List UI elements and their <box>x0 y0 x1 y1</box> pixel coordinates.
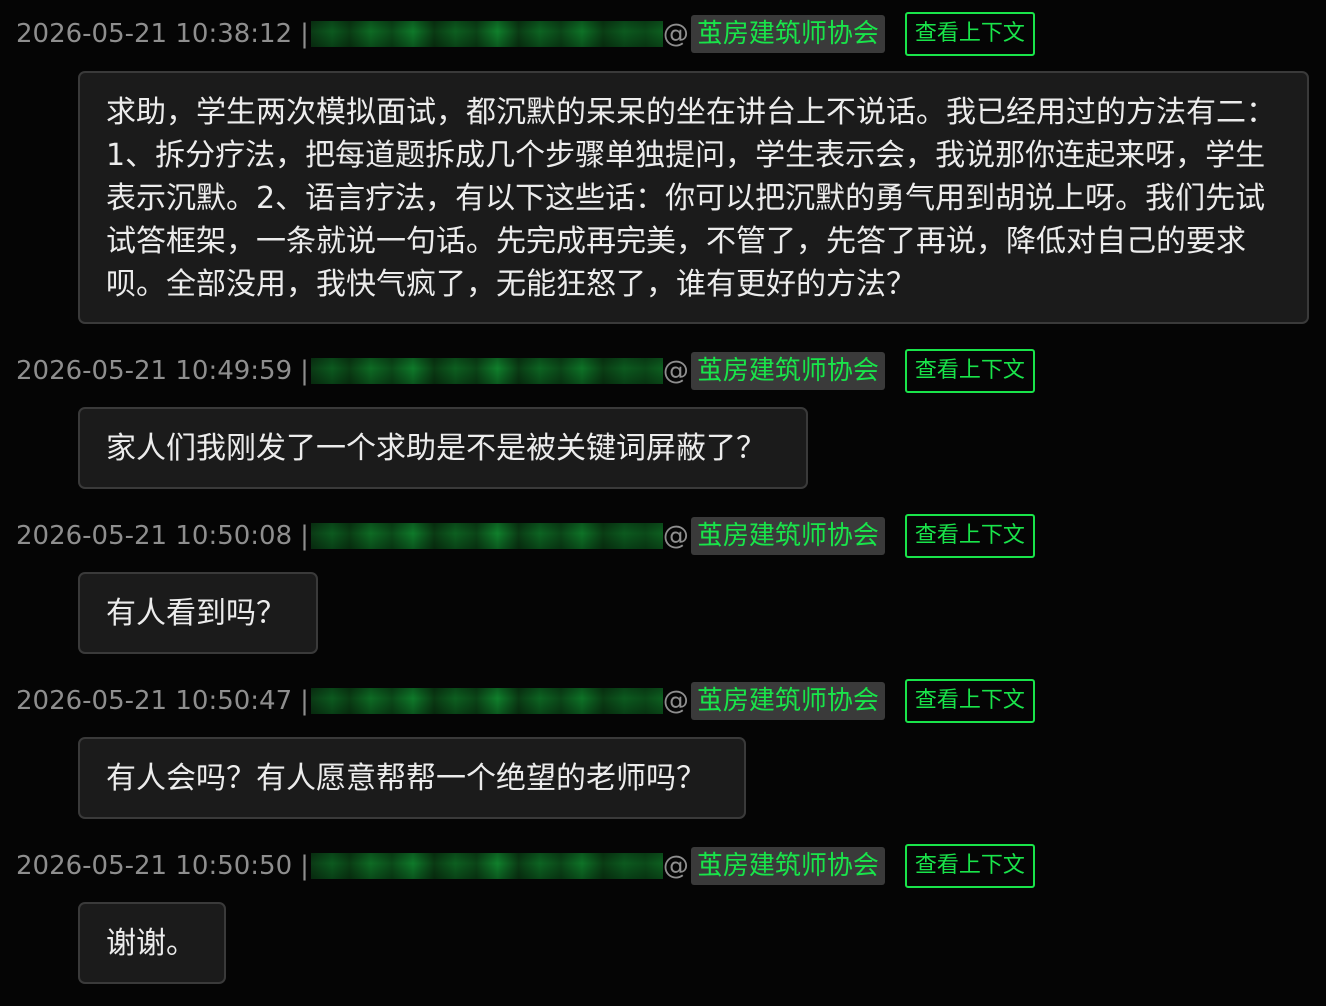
at-symbol: @ <box>662 521 689 551</box>
message-timestamp: 2026-05-21 10:50:50 <box>16 851 293 881</box>
redacted-username <box>310 853 663 879</box>
message-meta: 2026-05-21 10:50:50 | @ 茧房建筑师协会 查看上下文 <box>16 844 1035 888</box>
message-bubble: 有人看到吗？ <box>78 572 318 654</box>
message-text: 求助，学生两次模拟面试，都沉默的呆呆的坐在讲台上不说话。我已经用过的方法有二：1… <box>106 95 1276 302</box>
message-timestamp: 2026-05-21 10:50:47 <box>16 686 293 716</box>
message-text: 有人会吗？有人愿意帮帮一个绝望的老师吗？ <box>106 761 706 796</box>
view-context-button[interactable]: 查看上下文 <box>904 679 1035 723</box>
group-name-tag[interactable]: 茧房建筑师协会 <box>690 15 885 53</box>
group-name-tag[interactable]: 茧房建筑师协会 <box>690 517 885 555</box>
view-context-button[interactable]: 查看上下文 <box>904 349 1035 393</box>
view-context-button[interactable]: 查看上下文 <box>904 12 1035 56</box>
meta-separator: | <box>300 356 309 386</box>
message-text: 家人们我刚发了一个求助是不是被关键词屏蔽了？ <box>106 431 766 466</box>
message-meta: 2026-05-21 10:38:12 | @ 茧房建筑师协会 查看上下文 <box>16 12 1035 56</box>
meta-separator: | <box>300 19 309 49</box>
message-meta: 2026-05-21 10:50:47 | @ 茧房建筑师协会 查看上下文 <box>16 679 1035 723</box>
message-meta: 2026-05-21 10:50:08 | @ 茧房建筑师协会 查看上下文 <box>16 514 1035 558</box>
message-timestamp: 2026-05-21 10:49:59 <box>16 356 293 386</box>
message-timestamp: 2026-05-21 10:38:12 <box>16 19 293 49</box>
group-name-tag[interactable]: 茧房建筑师协会 <box>690 847 885 885</box>
message-bubble: 谢谢。 <box>78 902 226 984</box>
message-meta: 2026-05-21 10:49:59 | @ 茧房建筑师协会 查看上下文 <box>16 349 1035 393</box>
at-symbol: @ <box>662 356 689 386</box>
redacted-username <box>310 358 663 384</box>
message-timestamp: 2026-05-21 10:50:08 <box>16 521 293 551</box>
message-feed: 2026-05-21 10:38:12 | @ 茧房建筑师协会 查看上下文 求助… <box>0 0 1326 1006</box>
meta-separator: | <box>300 521 309 551</box>
redacted-username <box>310 21 663 47</box>
group-name-tag[interactable]: 茧房建筑师协会 <box>690 352 885 390</box>
redacted-username <box>310 688 663 714</box>
group-name-tag[interactable]: 茧房建筑师协会 <box>690 682 885 720</box>
view-context-button[interactable]: 查看上下文 <box>904 514 1035 558</box>
message-bubble: 求助，学生两次模拟面试，都沉默的呆呆的坐在讲台上不说话。我已经用过的方法有二：1… <box>78 71 1309 324</box>
at-symbol: @ <box>662 851 689 881</box>
meta-separator: | <box>300 686 309 716</box>
message-bubble: 有人会吗？有人愿意帮帮一个绝望的老师吗？ <box>78 737 746 819</box>
view-context-button[interactable]: 查看上下文 <box>904 844 1035 888</box>
message-text: 谢谢。 <box>106 926 196 961</box>
at-symbol: @ <box>662 19 689 49</box>
at-symbol: @ <box>662 686 689 716</box>
meta-separator: | <box>300 851 309 881</box>
redacted-username <box>310 523 663 549</box>
message-bubble: 家人们我刚发了一个求助是不是被关键词屏蔽了？ <box>78 407 808 489</box>
message-text: 有人看到吗？ <box>106 596 286 631</box>
